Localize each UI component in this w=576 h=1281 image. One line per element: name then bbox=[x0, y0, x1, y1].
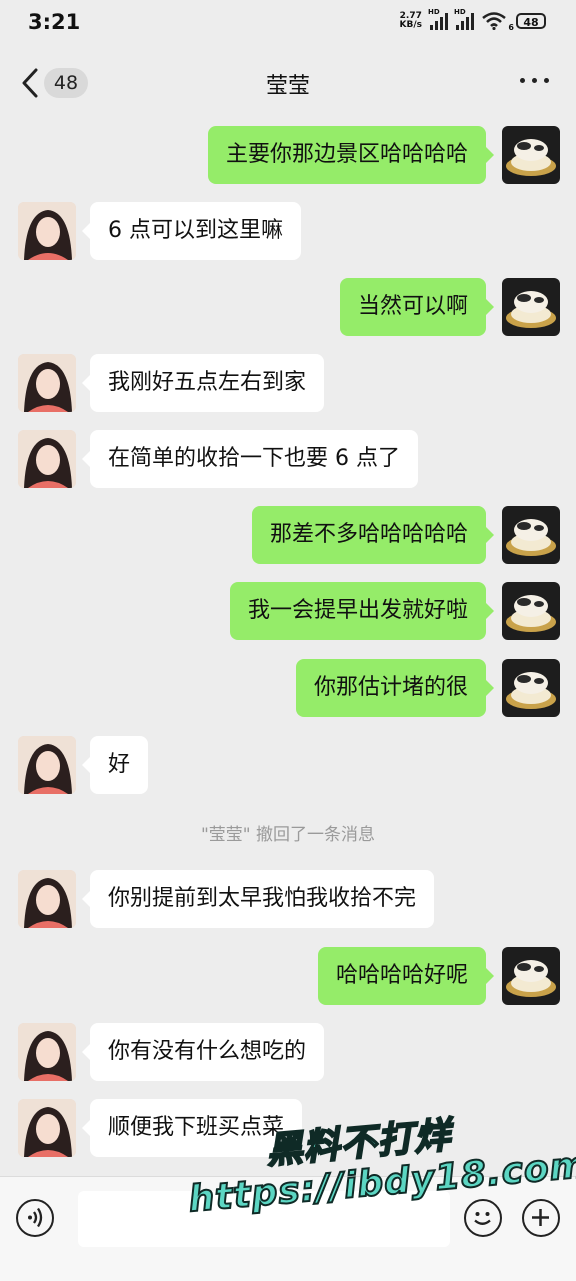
message-row: 你有没有什么想吃的 bbox=[0, 1023, 576, 1083]
message-row: 主要你那边景区哈哈哈哈 bbox=[0, 126, 576, 186]
message-row: 好 bbox=[0, 736, 576, 796]
outgoing-message[interactable]: 当然可以啊 bbox=[339, 278, 495, 336]
input-bar bbox=[0, 1176, 576, 1281]
message-row: 顺便我下班买点菜 bbox=[0, 1099, 576, 1159]
signal-hd-label-2: HD bbox=[454, 8, 466, 16]
emoji-icon[interactable] bbox=[464, 1199, 502, 1237]
signal-icon: HD bbox=[428, 8, 448, 30]
self-avatar[interactable] bbox=[502, 506, 560, 564]
message-row: 6 点可以到这里嘛 bbox=[0, 202, 576, 262]
self-avatar[interactable] bbox=[502, 659, 560, 717]
self-avatar[interactable] bbox=[502, 947, 560, 1005]
incoming-message[interactable]: 你别提前到太早我怕我收拾不完 bbox=[81, 870, 435, 928]
message-row: 你别提前到太早我怕我收拾不完 bbox=[0, 870, 576, 930]
self-avatar[interactable] bbox=[502, 126, 560, 184]
outgoing-message[interactable]: 主要你那边景区哈哈哈哈 bbox=[207, 126, 495, 184]
message-row: 哈哈哈哈好呢 bbox=[0, 947, 576, 1007]
incoming-message[interactable]: 6 点可以到这里嘛 bbox=[82, 202, 301, 260]
incoming-message[interactable]: 你有没有什么想吃的 bbox=[81, 1023, 325, 1081]
contact-avatar[interactable] bbox=[18, 870, 76, 928]
status-bar: 3:21 2.77 KB/s HD HD 6 48 bbox=[0, 0, 576, 48]
add-icon[interactable] bbox=[522, 1199, 560, 1237]
message-row: 那差不多哈哈哈哈哈 bbox=[0, 506, 576, 566]
incoming-message[interactable]: 顺便我下班买点菜 bbox=[81, 1099, 303, 1157]
wifi-label: 6 bbox=[508, 23, 514, 32]
chat-header: 48 莹莹 bbox=[0, 48, 576, 116]
network-speed: 2.77 KB/s bbox=[400, 12, 422, 30]
outgoing-message[interactable]: 我一会提早出发就好啦 bbox=[229, 582, 495, 640]
message-row: 我刚好五点左右到家 bbox=[0, 354, 576, 414]
message-input[interactable] bbox=[78, 1191, 450, 1247]
message-row: 当然可以啊 bbox=[0, 278, 576, 338]
message-row: 你那估计堵的很 bbox=[0, 659, 576, 719]
message-list[interactable]: 主要你那边景区哈哈哈哈 6 点可以到这里嘛 当然可以啊 我刚好五点左右到家 在简… bbox=[0, 116, 576, 1176]
incoming-message[interactable]: 在简单的收拾一下也要 6 点了 bbox=[82, 430, 418, 488]
outgoing-message[interactable]: 你那估计堵的很 bbox=[295, 659, 495, 717]
status-icons: 2.77 KB/s HD HD 6 48 bbox=[400, 8, 546, 32]
contact-avatar[interactable] bbox=[18, 202, 76, 260]
contact-avatar[interactable] bbox=[18, 430, 76, 488]
message-row: 在简单的收拾一下也要 6 点了 bbox=[0, 430, 576, 490]
self-avatar[interactable] bbox=[502, 278, 560, 336]
battery-icon: 48 bbox=[516, 13, 546, 29]
network-speed-unit: KB/s bbox=[399, 20, 422, 30]
message-row: 我一会提早出发就好啦 bbox=[0, 582, 576, 642]
contact-avatar[interactable] bbox=[18, 736, 76, 794]
incoming-message[interactable]: 我刚好五点左右到家 bbox=[81, 354, 325, 412]
outgoing-message[interactable]: 哈哈哈哈好呢 bbox=[317, 947, 495, 1005]
contact-avatar[interactable] bbox=[18, 1099, 76, 1157]
voice-icon[interactable] bbox=[16, 1199, 54, 1237]
chat-title: 莹莹 bbox=[265, 74, 310, 99]
contact-avatar[interactable] bbox=[18, 1023, 76, 1081]
incoming-message[interactable]: 好 bbox=[81, 736, 149, 794]
outgoing-message[interactable]: 那差不多哈哈哈哈哈 bbox=[251, 506, 495, 564]
status-time: 3:21 bbox=[28, 10, 81, 34]
self-avatar[interactable] bbox=[502, 582, 560, 640]
signal-hd-label: HD bbox=[428, 8, 440, 16]
more-dots-icon[interactable] bbox=[520, 78, 550, 86]
signal-icon-2: HD bbox=[454, 8, 474, 30]
wifi-icon: 6 bbox=[482, 12, 514, 32]
recall-notice: "莹莹" 撤回了一条消息 bbox=[200, 825, 376, 845]
contact-avatar[interactable] bbox=[18, 354, 76, 412]
